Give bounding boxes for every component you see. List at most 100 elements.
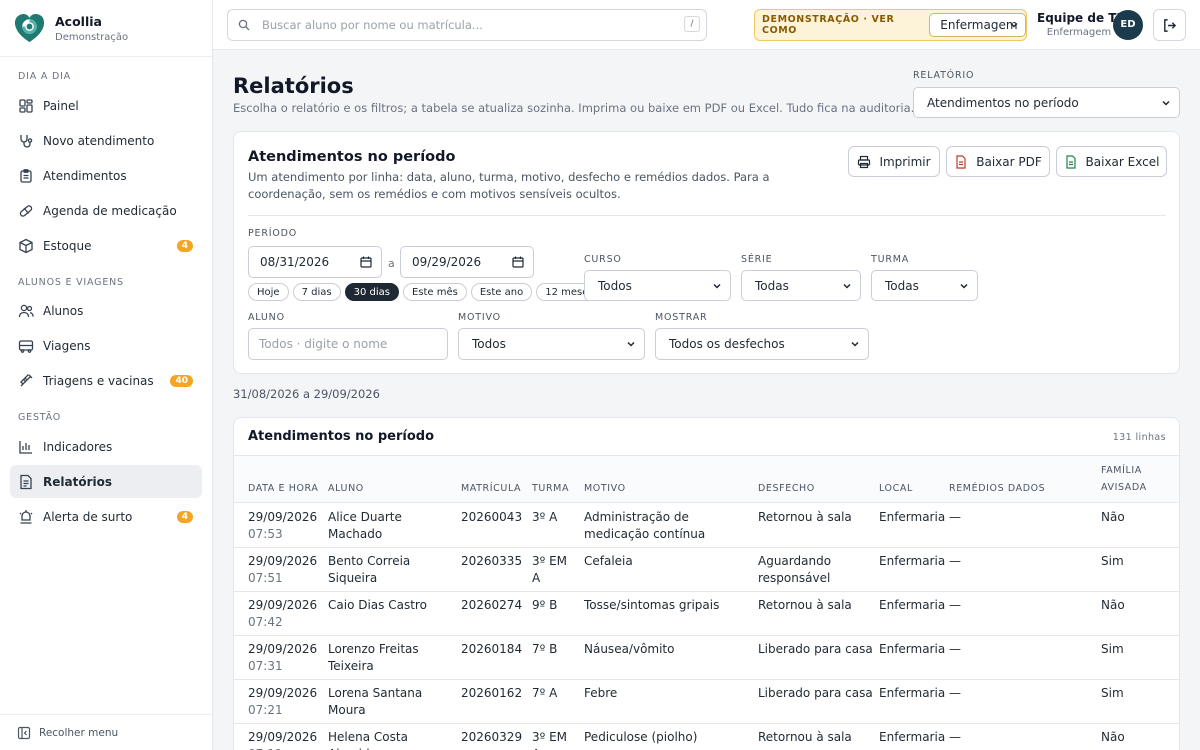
collapse-menu-button[interactable]: Recolher menu <box>0 714 212 750</box>
grade-select[interactable]: Todas <box>741 270 861 301</box>
cell-class: 7º B <box>532 642 558 656</box>
pill-icon <box>19 204 33 217</box>
show-select[interactable]: Todos os desfechos <box>655 328 869 360</box>
cell-date: 29/09/2026 07:11 <box>248 729 317 750</box>
print-button[interactable]: Imprimir <box>848 146 940 177</box>
table-header: DATA E HORA ALUNO MATRÍCULA TURMA MOTIVO… <box>234 455 1179 503</box>
sidebar-item-atendimentos[interactable]: Atendimentos <box>10 159 202 192</box>
sidebar-item-label: Triagens e vacinas <box>43 373 154 388</box>
search-shortcut-key: / <box>684 16 700 32</box>
column-header-student[interactable]: ALUNO <box>328 480 364 497</box>
bar-chart-icon <box>19 440 32 454</box>
cell-place: Enfermaria <box>879 686 946 700</box>
avatar[interactable]: ED <box>1113 10 1143 40</box>
column-header-reason[interactable]: MOTIVO <box>584 480 626 497</box>
logout-button[interactable] <box>1153 9 1186 41</box>
cell-student: Caio Dias Castro <box>328 598 427 612</box>
sidebar-item-novo-atendimento[interactable]: Novo atendimento <box>10 124 202 157</box>
table-row[interactable]: 29/09/2026 07:31 Lorenzo Freitas Teixeira 2… <box>234 636 1179 680</box>
sidebar-item-label: Relatórios <box>43 474 112 489</box>
printer-icon <box>858 155 871 168</box>
cell-outcome: Aguardando responsável <box>758 554 832 585</box>
preset-chip-this-year[interactable]: Este ano <box>470 283 533 301</box>
class-label: TURMA <box>871 254 910 265</box>
sidebar-item-triagens-vacinas[interactable]: Triagens e vacinas 40 <box>10 364 202 397</box>
row-count: 131 linhas <box>1112 432 1166 443</box>
cell-id: 20260184 <box>461 642 523 656</box>
reason-select[interactable]: Todos <box>458 328 645 360</box>
brand[interactable]: Acollia Demonstração <box>0 0 212 57</box>
sidebar-item-relatorios[interactable]: Relatórios <box>10 465 202 498</box>
search-box[interactable]: / <box>227 9 707 41</box>
table-row[interactable]: 29/09/2026 07:21 Lorena Santana Moura 20260… <box>234 680 1179 724</box>
table-row[interactable]: 29/09/2026 07:42 Caio Dias Castro 20260274 9… <box>234 592 1179 636</box>
date-to-input[interactable]: 09/29/2026 <box>400 246 534 278</box>
cell-student: Alice Duarte Machado <box>328 510 402 541</box>
download-pdf-button[interactable]: Baixar PDF <box>946 146 1050 177</box>
sidebar-item-indicadores[interactable]: Indicadores <box>10 430 202 463</box>
sidebar-item-estoque[interactable]: Estoque 4 <box>10 229 202 262</box>
date-to-value: 09/29/2026 <box>412 255 482 269</box>
cell-date-time: 07:42 <box>248 615 283 629</box>
preset-chip-this-month[interactable]: Este mês <box>402 283 467 301</box>
logout-icon <box>1164 18 1177 32</box>
report-select-value: Atendimentos no período <box>927 95 1079 110</box>
student-filter-input[interactable] <box>248 328 448 360</box>
cell-date: 29/09/2026 07:21 <box>248 685 317 719</box>
column-header-class[interactable]: TURMA <box>532 480 569 497</box>
sidebar-item-label: Estoque <box>43 238 92 253</box>
sidebar-item-viagens[interactable]: Viagens <box>10 329 202 362</box>
cell-class: 7º A <box>532 686 558 700</box>
sidebar-item-agenda-medicacao[interactable]: Agenda de medicação <box>10 194 202 227</box>
cell-meds: — <box>949 686 961 700</box>
date-from-input[interactable]: 08/31/2026 <box>248 246 382 278</box>
sidebar-item-alunos[interactable]: Alunos <box>10 294 202 327</box>
preset-chip-30-days[interactable]: 30 dias <box>344 283 399 301</box>
sidebar-item-painel[interactable]: Painel <box>10 89 202 122</box>
demo-view-as-label: DEMONSTRAÇÃO · VER COMO <box>762 14 895 36</box>
search-icon <box>238 19 250 31</box>
column-header-date[interactable]: DATA E HORA <box>248 480 318 497</box>
table-row[interactable]: 29/09/2026 07:51 Bento Correia Siqueira 202… <box>234 548 1179 592</box>
column-header-family[interactable]: FAMÍLIA AVISADA <box>1101 462 1161 496</box>
table-row[interactable]: 29/09/2026 07:53 Alice Duarte Machado 20260… <box>234 504 1179 548</box>
outbreak-badge: 4 <box>176 510 193 523</box>
grade-label: SÉRIE <box>741 254 773 265</box>
cell-date-day: 29/09/2026 <box>248 598 318 612</box>
screening-badge: 40 <box>170 374 193 387</box>
stethoscope-icon <box>20 134 33 148</box>
reason-label: MOTIVO <box>458 312 501 323</box>
demo-role-select[interactable]: Enfermagem <box>929 13 1026 37</box>
class-select-value: Todas <box>885 278 919 293</box>
download-excel-label: Baixar Excel <box>1085 154 1160 169</box>
document-icon <box>20 474 32 489</box>
class-select[interactable]: Todas <box>871 270 978 301</box>
cell-date: 29/09/2026 07:51 <box>248 553 317 587</box>
sidebar-item-alerta-surto[interactable]: Alerta de surto 4 <box>10 500 202 533</box>
column-header-place[interactable]: LOCAL <box>879 480 913 497</box>
bus-icon <box>18 339 34 353</box>
box-icon <box>19 238 33 253</box>
cell-meds: — <box>949 598 961 612</box>
download-excel-button[interactable]: Baixar Excel <box>1056 146 1167 177</box>
clipboard-icon <box>20 168 32 183</box>
cell-place: Enfermaria <box>879 598 946 612</box>
cell-meds: — <box>949 554 961 568</box>
column-header-outcome[interactable]: DESFECHO <box>758 480 815 497</box>
column-header-id[interactable]: MATRÍCULA <box>461 480 521 497</box>
report-select[interactable]: Atendimentos no período <box>913 87 1180 118</box>
cell-family: Sim <box>1101 642 1124 656</box>
table-row[interactable]: 29/09/2026 07:11 Helena Costa Almeida 20260… <box>234 724 1179 750</box>
section-title-dia-a-dia: DIA A DIA <box>18 71 71 82</box>
cell-reason: Febre <box>584 686 618 700</box>
preset-chip-7-days[interactable]: 7 dias <box>292 283 341 301</box>
course-select[interactable]: Todos <box>584 270 731 301</box>
search-input[interactable] <box>262 18 662 32</box>
show-select-value: Todos os desfechos <box>669 337 785 351</box>
page-title: Relatórios <box>233 74 354 98</box>
course-select-value: Todos <box>598 278 632 293</box>
preset-chip-today[interactable]: Hoje <box>248 283 289 301</box>
column-header-meds[interactable]: REMÉDIOS DADOS <box>949 480 1045 497</box>
collapse-menu-label: Recolher menu <box>39 726 119 739</box>
calendar-icon <box>360 256 372 268</box>
